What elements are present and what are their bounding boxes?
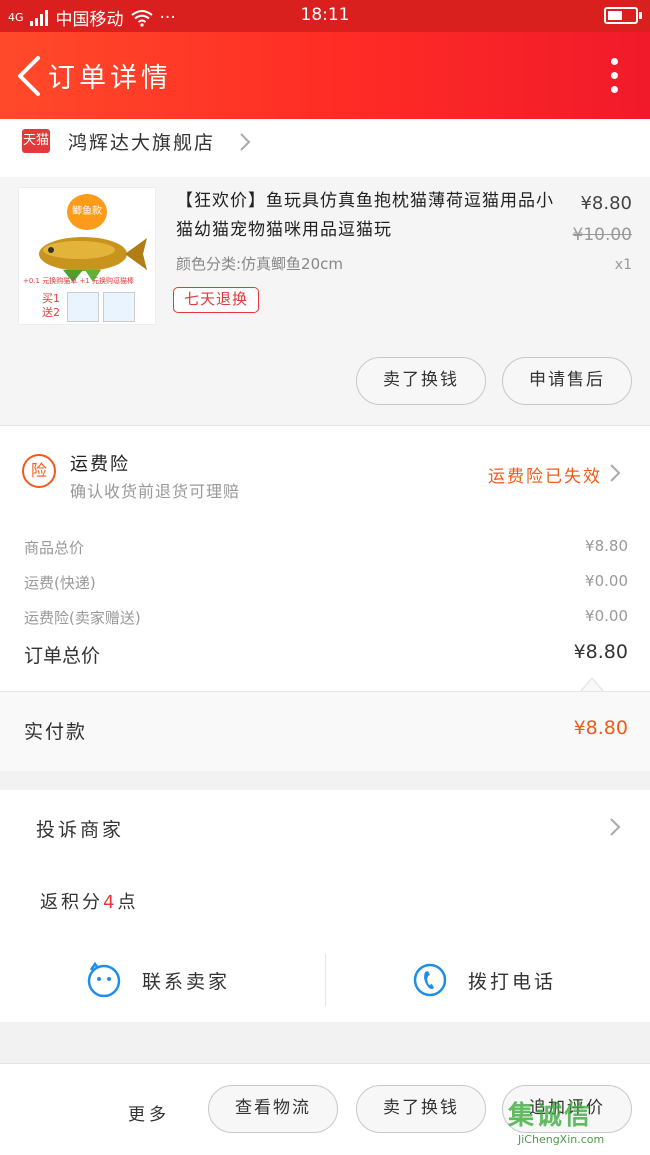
insurance-name: 运费险 <box>70 454 130 475</box>
call-phone-label: 拨打电话 <box>468 970 557 993</box>
contact-bar: 联系卖家 拨打电话 <box>0 938 650 1022</box>
resell-button-bottom[interactable]: 卖了换钱 <box>356 1085 486 1133</box>
more-actions-button[interactable]: 更多 <box>128 1100 170 1125</box>
page-title: 订单详情 <box>48 63 172 94</box>
complain-label: 投诉商家 <box>36 819 125 841</box>
battery-icon <box>604 7 638 24</box>
back-arrow-icon[interactable] <box>12 54 48 98</box>
shop-row[interactable]: 天猫 鸿辉达大旗舰店 <box>0 119 650 177</box>
more-menu-icon[interactable] <box>608 56 622 96</box>
cost-row: 运费险(卖家赠送) ¥0.00 <box>24 607 628 641</box>
thumbnail-buy-gift: 买1送2 <box>42 292 60 319</box>
points-suffix: 点 <box>117 892 139 913</box>
fish-image <box>39 237 147 282</box>
cost-breakdown: 商品总价 ¥8.80 运费(快递) ¥0.00 运费险(卖家赠送) ¥0.00 … <box>0 517 650 692</box>
caret-pointer <box>580 677 604 692</box>
watermark-sub: JiChengXin.com <box>518 1133 605 1146</box>
cost-label: 商品总价 <box>24 539 85 557</box>
points-number: 4 <box>103 892 118 913</box>
points-text: 返积分4点 <box>40 888 138 914</box>
cost-value: ¥0.00 <box>585 607 628 625</box>
after-sale-button[interactable]: 申请售后 <box>502 357 632 405</box>
product-quantity: x1 <box>614 257 632 273</box>
cost-value: ¥8.80 <box>585 537 628 555</box>
gift-image <box>67 292 99 322</box>
contact-seller-label: 联系卖家 <box>142 970 231 993</box>
phone-icon <box>413 963 447 997</box>
shop-name: 鸿辉达大旗舰店 <box>68 132 216 154</box>
points-prefix: 返积分 <box>40 892 103 913</box>
chevron-right-icon <box>240 133 251 151</box>
actual-payment-row: 实付款 ¥8.80 <box>0 691 650 771</box>
insurance-status: 运费险已失效 <box>488 467 602 487</box>
product-thumbnail[interactable]: 鲫鱼款 +0.1 元换购猫草 +1 元换购逗猫棒 买1送2 <box>18 187 156 325</box>
app-header: 订单详情 <box>0 32 650 119</box>
status-bar: 4G 中国移动 ··· 18:11 <box>0 0 650 32</box>
product-spec: 颜色分类:仿真鲫鱼20cm <box>176 255 344 273</box>
chevron-right-icon <box>610 818 621 836</box>
actual-payment-label: 实付款 <box>24 721 88 743</box>
cost-row: 商品总价 ¥8.80 <box>24 537 628 571</box>
battery-tip <box>639 12 642 19</box>
chat-face-icon <box>87 962 121 998</box>
watermark-logo: 集诚信 JiChengXin.com <box>508 1095 646 1151</box>
insurance-desc: 确认收货前退货可理赔 <box>70 482 241 501</box>
complain-merchant-row[interactable]: 投诉商家 <box>0 790 650 864</box>
order-total-row: 订单总价 ¥8.80 <box>24 641 628 675</box>
thumbnail-plus-text: +0.1 元换购猫草 +1 元换购逗猫棒 <box>23 277 134 285</box>
insurance-icon: 险 <box>22 454 56 488</box>
product-title[interactable]: 【狂欢价】鱼玩具仿真鱼抱枕猫薄荷逗猫用品小猫幼猫宠物猫咪用品逗猫玩 <box>176 187 566 245</box>
cost-row: 运费(快递) ¥0.00 <box>24 572 628 606</box>
order-total-label: 订单总价 <box>24 645 101 667</box>
clock: 18:11 <box>300 5 350 25</box>
product-original-price: ¥10.00 <box>572 225 632 245</box>
gift-image <box>103 292 135 322</box>
call-phone-button[interactable]: 拨打电话 <box>412 962 556 998</box>
shipping-insurance-row[interactable]: 险 运费险 确认收货前退货可理赔 运费险已失效 <box>0 425 650 517</box>
divider <box>325 954 326 1006</box>
product-card[interactable]: 鲫鱼款 +0.1 元换购猫草 +1 元换购逗猫棒 买1送2 【狂欢价】鱼玩具仿真… <box>0 177 650 425</box>
resell-button[interactable]: 卖了换钱 <box>356 357 486 405</box>
watermark-main: 集诚信 <box>508 1101 593 1131</box>
cost-value: ¥0.00 <box>585 572 628 590</box>
contact-seller-button[interactable]: 联系卖家 <box>86 962 230 998</box>
order-total-value: ¥8.80 <box>573 641 628 663</box>
reward-points-row: 返积分4点 <box>0 864 650 938</box>
view-logistics-button[interactable]: 查看物流 <box>208 1085 338 1133</box>
tmall-logo: 天猫 <box>22 129 50 153</box>
product-price: ¥8.80 <box>580 193 632 214</box>
chevron-right-icon <box>610 464 621 482</box>
return-policy-badge: 七天退换 <box>173 287 260 313</box>
cost-label: 运费险(卖家赠送) <box>24 609 141 627</box>
cost-label: 运费(快递) <box>24 574 96 592</box>
actual-payment-value: ¥8.80 <box>573 717 628 739</box>
